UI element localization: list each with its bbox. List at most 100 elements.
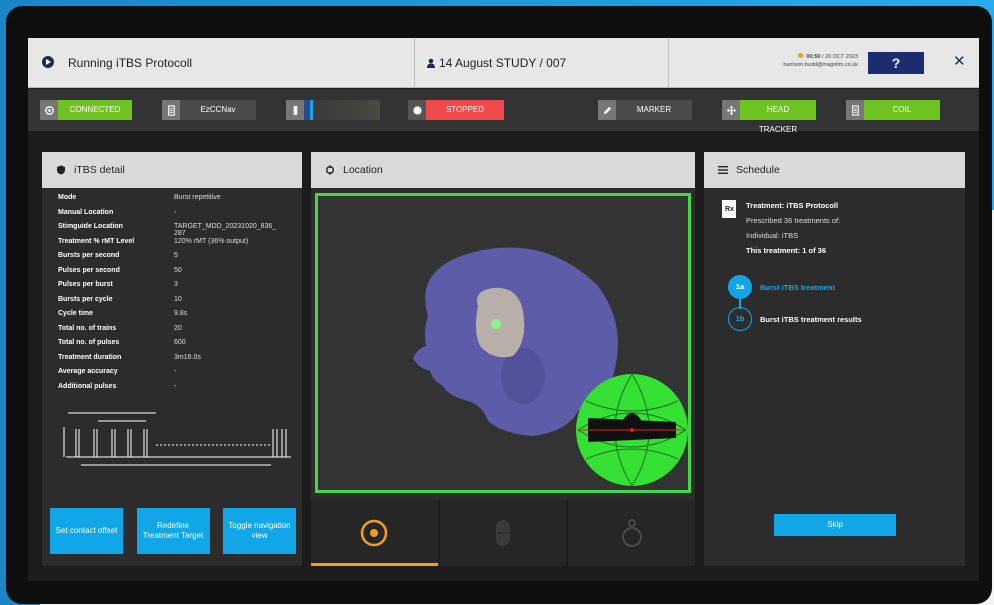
individual-protocol: Individual: iTBS: [746, 231, 799, 240]
toggle-navigation-view-button[interactable]: Toggle navigation view: [223, 508, 296, 554]
protocol-title: Running iTBS Protocoll: [68, 56, 193, 70]
title-divider: [414, 38, 415, 88]
detail-value: 20: [174, 324, 182, 332]
detail-row: Manual Location -: [58, 209, 286, 224]
schedule-panel: Schedule Rx Treatment: iTBS Protocoll Pr…: [704, 152, 965, 566]
detail-key: Treatment duration: [58, 353, 122, 361]
target-icon: [40, 100, 58, 120]
step-1a[interactable]: 1a Burst iTBS treatment: [728, 275, 835, 299]
schedule-header: Schedule: [704, 152, 965, 188]
target-icon: [361, 519, 388, 547]
list-icon: [718, 166, 728, 174]
session-info: 00:50 / 20 OCT 2023 harrison.budd@magsti…: [668, 53, 858, 69]
detail-key: Manual Location: [58, 208, 114, 216]
detail-row: Stimguide Location TARGET_MDD_20231020_83…: [58, 223, 286, 238]
detail-row: Bursts per cycle 10: [58, 296, 286, 311]
prescription-icon: Rx: [722, 200, 736, 218]
session-time: 00:50: [806, 54, 821, 60]
study-name: 14 August STUDY / 007: [439, 56, 567, 70]
marker-button[interactable]: MARKER: [598, 100, 692, 120]
detail-row: Total no. of trains 20: [58, 325, 286, 340]
detail-key: Mode: [58, 194, 77, 201]
detail-key: Treatment % rMT Level: [58, 237, 135, 245]
move-icon: [722, 100, 740, 120]
itbs-detail-list: Mode Burst repetitive Manual Location - Stim…: [42, 188, 302, 397]
detail-key: Pulses per second: [58, 266, 120, 274]
treatment-name: Treatment: iTBS Protocoll: [746, 201, 839, 210]
shield-icon: [57, 165, 65, 175]
detail-key: Average accuracy: [58, 368, 118, 375]
detail-value: 3m16.0s: [174, 353, 201, 361]
nav-device-status[interactable]: EzCCNav: [162, 100, 256, 120]
detail-value: -: [174, 208, 177, 216]
coil-status[interactable]: COIL: [846, 100, 940, 120]
help-button[interactable]: ?: [868, 52, 924, 74]
itbs-detail-panel: iTBS detail Mode Burst repetitive Manual L…: [42, 152, 302, 566]
detail-value: 50: [174, 266, 182, 274]
head-outline-icon: [621, 519, 642, 547]
tab-target-view[interactable]: [311, 500, 438, 566]
detail-key: Bursts per second: [58, 252, 120, 259]
burst-waveform: [63, 412, 291, 466]
stop-icon: [408, 100, 426, 120]
detail-value: 3: [174, 281, 178, 288]
detail-value: 10: [174, 295, 182, 303]
thermometer-icon: [286, 100, 304, 120]
treatment-progress: This treatment: 1 of 36: [746, 246, 827, 255]
view-tabs: [311, 500, 696, 566]
stimulation-status[interactable]: STOPPED: [408, 100, 504, 120]
connected-label: CONNECTED: [58, 100, 132, 120]
head-tracker-label: HEAD TRACKER: [740, 100, 816, 134]
status-bar: CONNECTED EzCCNav STOPPED MARKER HEAD TR…: [28, 89, 979, 134]
play-icon: [42, 56, 54, 68]
step-1b[interactable]: 1b Burst iTBS treatment results: [728, 307, 862, 331]
detail-row: Treatment % rMT Level 120% rMT (36% outpu…: [58, 238, 286, 253]
detail-value: 5: [174, 252, 178, 259]
itbs-detail-title: iTBS detail: [74, 164, 125, 176]
detail-value: 600: [174, 339, 186, 346]
marker-label: MARKER: [616, 100, 692, 120]
skip-button[interactable]: Skip: [774, 514, 896, 536]
tab-coil-view[interactable]: [439, 500, 567, 566]
head-tracker-status[interactable]: HEAD TRACKER: [722, 100, 816, 134]
action-buttons: Set contact offset Redefine Treatment Ta…: [50, 508, 296, 554]
detail-key: Bursts per cycle: [58, 295, 113, 303]
itbs-detail-header: iTBS detail: [42, 152, 302, 188]
coil-icon: [846, 100, 864, 120]
connection-status[interactable]: CONNECTED: [40, 100, 132, 120]
location-header: Location: [311, 152, 695, 188]
set-contact-offset-button[interactable]: Set contact offset: [50, 508, 123, 554]
step-connector: [739, 299, 741, 309]
study-label: 14 August STUDY / 007: [426, 56, 566, 70]
step-1a-badge: 1a: [728, 275, 752, 299]
detail-row: Total no. of pulses 600: [58, 339, 286, 354]
step-1a-label: Burst iTBS treatment: [760, 282, 836, 292]
pen-icon: [598, 100, 616, 120]
crosshair-icon: [326, 165, 334, 175]
tab-head-view[interactable]: [568, 500, 696, 566]
detail-row: Mode Burst repetitive: [58, 194, 286, 209]
person-icon: [427, 58, 435, 68]
coil-icon: [496, 520, 510, 546]
prescribed-count: Prescribed 36 treatments of:: [746, 216, 841, 225]
close-button[interactable]: ✕: [953, 52, 966, 70]
detail-value: -: [174, 382, 177, 390]
location-title: Location: [343, 164, 383, 176]
detail-key: Cycle time: [58, 310, 94, 317]
detail-row: Treatment duration 3m16.0s: [58, 354, 286, 369]
detail-row: Additional pulses -: [58, 383, 286, 398]
detail-value: Burst repetitive: [174, 194, 221, 201]
detail-value: TARGET_MDD_20231020_836_ 287: [174, 223, 277, 237]
3d-head-viewport[interactable]: [315, 193, 691, 493]
head-model: [413, 247, 688, 487]
redefine-target-button[interactable]: Redefine Treatment Target: [136, 508, 210, 554]
device-icon: [162, 100, 180, 120]
level-meter: [304, 100, 380, 120]
detail-row: Average accuracy -: [58, 368, 286, 383]
stopped-label: STOPPED: [426, 100, 504, 120]
detail-row: Bursts per second 5: [58, 252, 286, 267]
detail-key: Additional pulses: [58, 382, 117, 390]
signal-level: [286, 100, 380, 120]
detail-key: Total no. of pulses: [58, 339, 120, 346]
detail-value: -: [174, 368, 177, 375]
